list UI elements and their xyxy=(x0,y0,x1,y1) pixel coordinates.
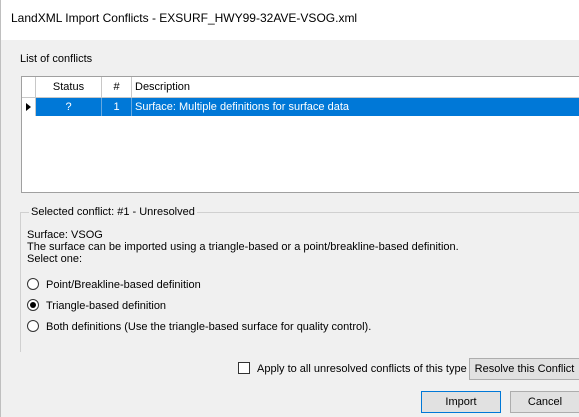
import-button[interactable]: Import xyxy=(421,391,501,413)
title-bar[interactable]: LandXML Import Conflicts - EXSURF_HWY99-… xyxy=(1,0,579,40)
cell-status: ? xyxy=(36,98,102,116)
surface-description-text: The surface can be imported using a tria… xyxy=(27,241,459,253)
apply-all-label[interactable]: Apply to all unresolved conflicts of thi… xyxy=(257,361,467,377)
cancel-button[interactable]: Cancel xyxy=(510,391,579,413)
column-header-number[interactable]: # xyxy=(102,77,132,97)
cell-number: 1 xyxy=(102,98,132,116)
resolve-conflict-button[interactable]: Resolve this Conflict xyxy=(469,358,579,380)
row-header-corner xyxy=(22,77,36,97)
current-row-arrow-icon xyxy=(26,103,31,111)
conflicts-grid[interactable]: Status # Description ? 1 Surface: Multip… xyxy=(21,76,579,193)
conflicts-list-label: List of conflicts xyxy=(20,53,93,65)
radio-label[interactable]: Triangle-based definition xyxy=(46,298,166,314)
radio-label[interactable]: Point/Breakline-based definition xyxy=(46,277,201,293)
grid-header: Status # Description xyxy=(22,77,579,98)
window-title: LandXML Import Conflicts - EXSURF_HWY99-… xyxy=(11,11,358,25)
row-header[interactable] xyxy=(22,98,36,116)
column-header-status[interactable]: Status xyxy=(36,77,102,97)
table-row[interactable]: ? 1 Surface: Multiple definitions for su… xyxy=(22,98,579,116)
radio-circle[interactable] xyxy=(27,278,39,290)
column-header-description[interactable]: Description xyxy=(132,77,579,97)
cell-description: Surface: Multiple definitions for surfac… xyxy=(135,101,350,113)
checkbox-box[interactable] xyxy=(238,362,250,374)
import-conflicts-dialog: LandXML Import Conflicts - EXSURF_HWY99-… xyxy=(0,0,579,417)
selected-conflict-legend: Selected conflict: #1 - Unresolved xyxy=(29,206,197,218)
surface-name-text: Surface: VSOG xyxy=(27,229,103,241)
radio-label[interactable]: Both definitions (Use the triangle-based… xyxy=(46,319,371,335)
radio-circle[interactable] xyxy=(27,320,39,332)
radio-circle-checked[interactable] xyxy=(27,299,39,311)
selected-row-cells[interactable]: ? 1 Surface: Multiple definitions for su… xyxy=(36,98,579,116)
conflict-details: Surface: VSOG The surface can be importe… xyxy=(27,229,459,265)
select-one-text: Select one: xyxy=(27,253,83,265)
